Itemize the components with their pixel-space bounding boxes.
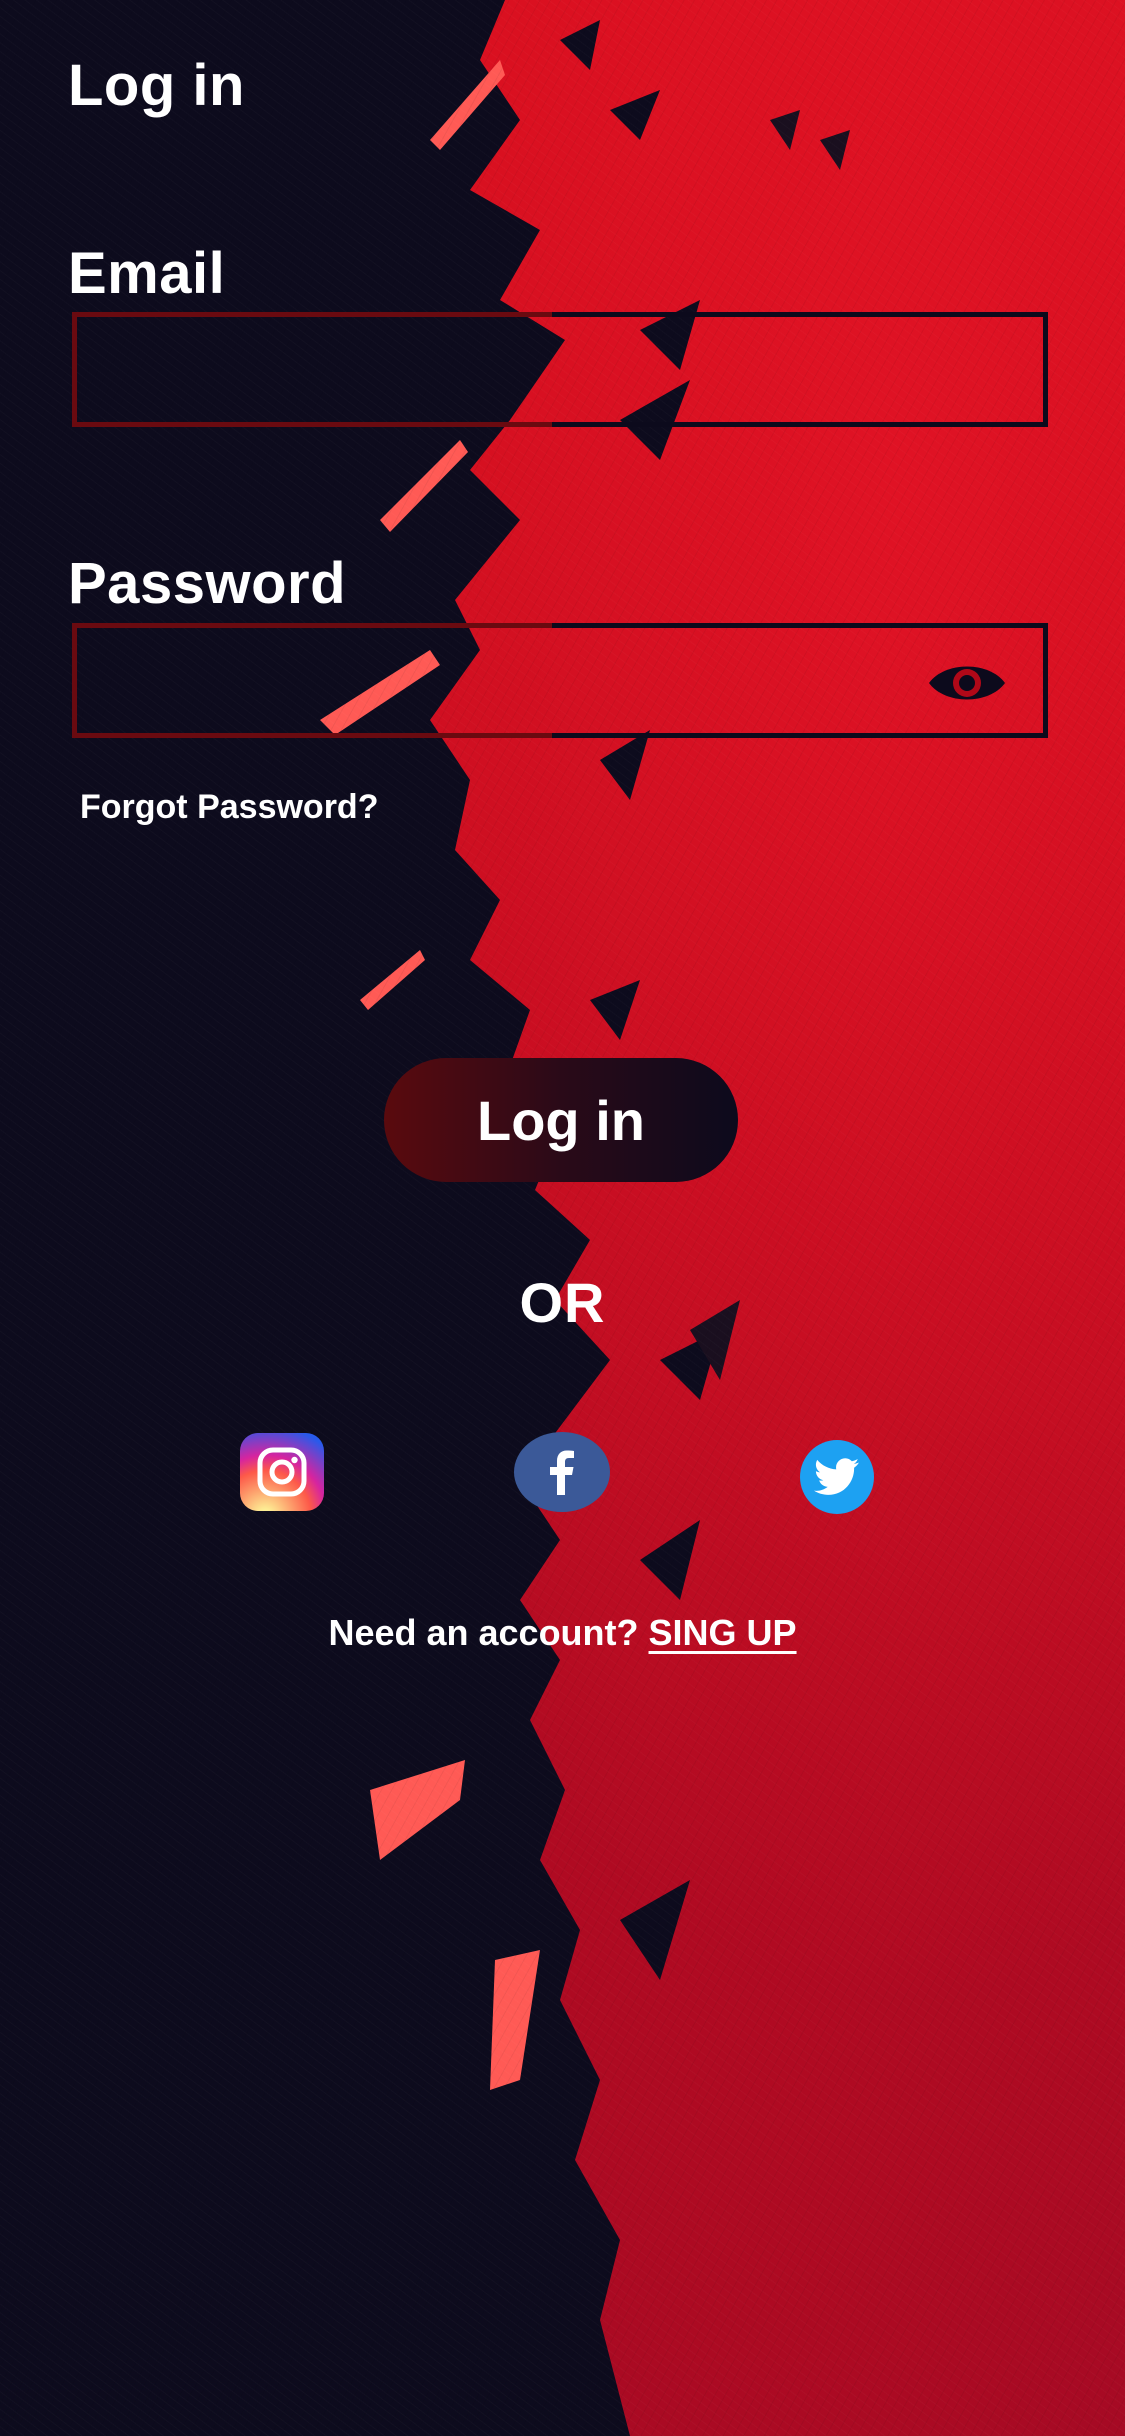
page-title: Log in xyxy=(68,53,245,118)
eye-icon[interactable] xyxy=(927,656,1007,710)
facebook-icon xyxy=(550,1450,574,1495)
password-label: Password xyxy=(68,551,346,616)
email-field-box xyxy=(72,312,1048,427)
email-label: Email xyxy=(68,241,226,306)
email-field[interactable] xyxy=(77,317,1043,422)
facebook-button[interactable] xyxy=(514,1432,610,1512)
instagram-button[interactable] xyxy=(240,1433,324,1511)
signup-link[interactable]: SING UP xyxy=(649,1612,797,1653)
twitter-icon xyxy=(814,1458,860,1495)
twitter-button[interactable] xyxy=(800,1440,874,1514)
signup-prompt: Need an account? xyxy=(328,1612,639,1653)
signup-row: Need an account? SING UP xyxy=(0,1612,1125,1654)
or-divider: OR xyxy=(519,1271,606,1334)
password-field[interactable] xyxy=(77,628,1043,733)
login-button-label: Log in xyxy=(477,1088,645,1152)
login-screen: Log in Email Password Forgot Password? L… xyxy=(0,0,1125,2436)
login-button[interactable]: Log in xyxy=(384,1058,738,1182)
instagram-icon xyxy=(257,1447,307,1497)
password-field-box xyxy=(72,623,1048,738)
forgot-password-link[interactable]: Forgot Password? xyxy=(80,788,378,827)
